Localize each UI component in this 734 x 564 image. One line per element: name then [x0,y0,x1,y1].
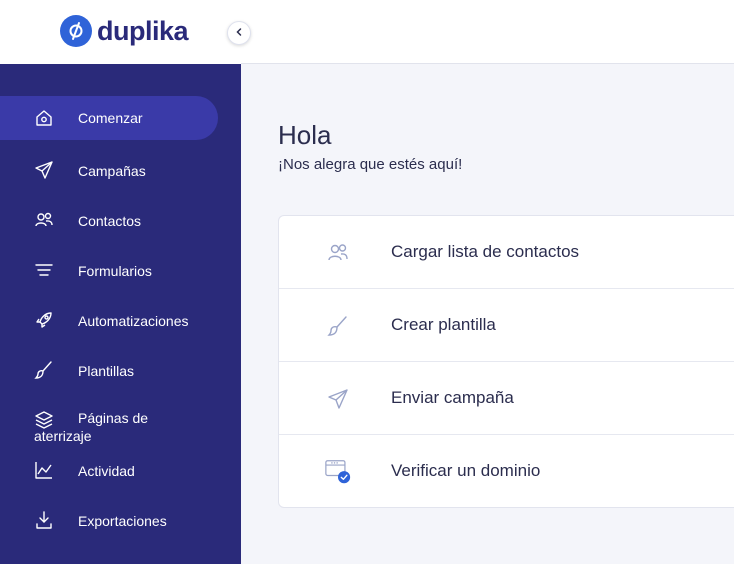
sidebar-item-actividad[interactable]: Actividad [0,446,241,496]
sidebar-item-label: Contactos [78,213,142,229]
paper-plane-icon [325,386,351,412]
task-verificar-un-dominio[interactable]: Verificar un dominio [279,435,734,508]
sidebar-item-label: Comenzar [78,110,143,126]
sidebar-item-label: Automatizaciones [78,313,189,329]
sidebar-item-plantillas[interactable]: Plantillas [0,346,241,396]
sidebar-item-formularios[interactable]: Formularios [0,246,241,296]
sidebar: duplika Comenzar Campañas Contactos Form… [0,0,241,564]
page-title: Hola [278,120,332,150]
task-enviar-campana[interactable]: Enviar campaña [279,362,734,435]
users-icon [33,209,55,231]
sidebar-item-label: Plantillas [78,363,135,379]
download-icon [33,509,55,531]
sidebar-item-label: Formularios [78,263,152,279]
domain-check-icon [325,459,351,485]
sidebar-item-automatizaciones[interactable]: Automatizaciones [0,296,241,346]
task-crear-plantilla[interactable]: Crear plantilla [279,289,734,362]
main-content: Hola ¡Nos alegra que estés aquí! Cargar … [241,64,734,564]
lines-icon [33,259,55,281]
sidebar-item-campanas[interactable]: Campañas [0,146,241,196]
collapse-sidebar-button[interactable] [227,21,251,45]
sidebar-item-label: Campañas [78,163,146,179]
sidebar-item-paginas-de-aterrizaje[interactable]: Páginas de aterrizaje [0,396,241,446]
task-label: Cargar lista de contactos [391,242,580,261]
chevron-left-icon [234,24,244,42]
sidebar-item-exportaciones[interactable]: Exportaciones [0,496,241,546]
top-bar [241,0,734,64]
getting-started-card: Cargar lista de contactos Crear plantill… [278,215,734,508]
users-icon [325,240,351,266]
sidebar-item-label-continued: aterrizaje [34,428,92,444]
task-label: Enviar campaña [391,388,514,407]
sidebar-nav: Comenzar Campañas Contactos Formularios … [0,96,241,546]
rocket-icon [33,309,55,331]
sidebar-item-label: Páginas de [78,410,149,426]
brush-icon [33,359,55,381]
logo[interactable]: duplika [60,15,189,47]
brush-icon [325,313,351,339]
paper-plane-icon [33,159,55,181]
logo-area: duplika [0,0,241,64]
logo-mark-icon [60,15,92,47]
task-label: Verificar un dominio [391,461,541,480]
task-label: Crear plantilla [391,315,496,334]
page-subtitle: ¡Nos alegra que estés aquí! [278,156,463,173]
logo-text: duplika [97,15,189,46]
sidebar-item-label: Exportaciones [78,513,167,529]
sidebar-item-comenzar[interactable]: Comenzar [0,96,218,140]
task-cargar-lista-de-contactos[interactable]: Cargar lista de contactos [279,216,734,289]
chart-icon [33,459,55,481]
sidebar-item-label: Actividad [78,463,135,479]
sidebar-item-contactos[interactable]: Contactos [0,196,241,246]
home-icon [33,107,55,129]
